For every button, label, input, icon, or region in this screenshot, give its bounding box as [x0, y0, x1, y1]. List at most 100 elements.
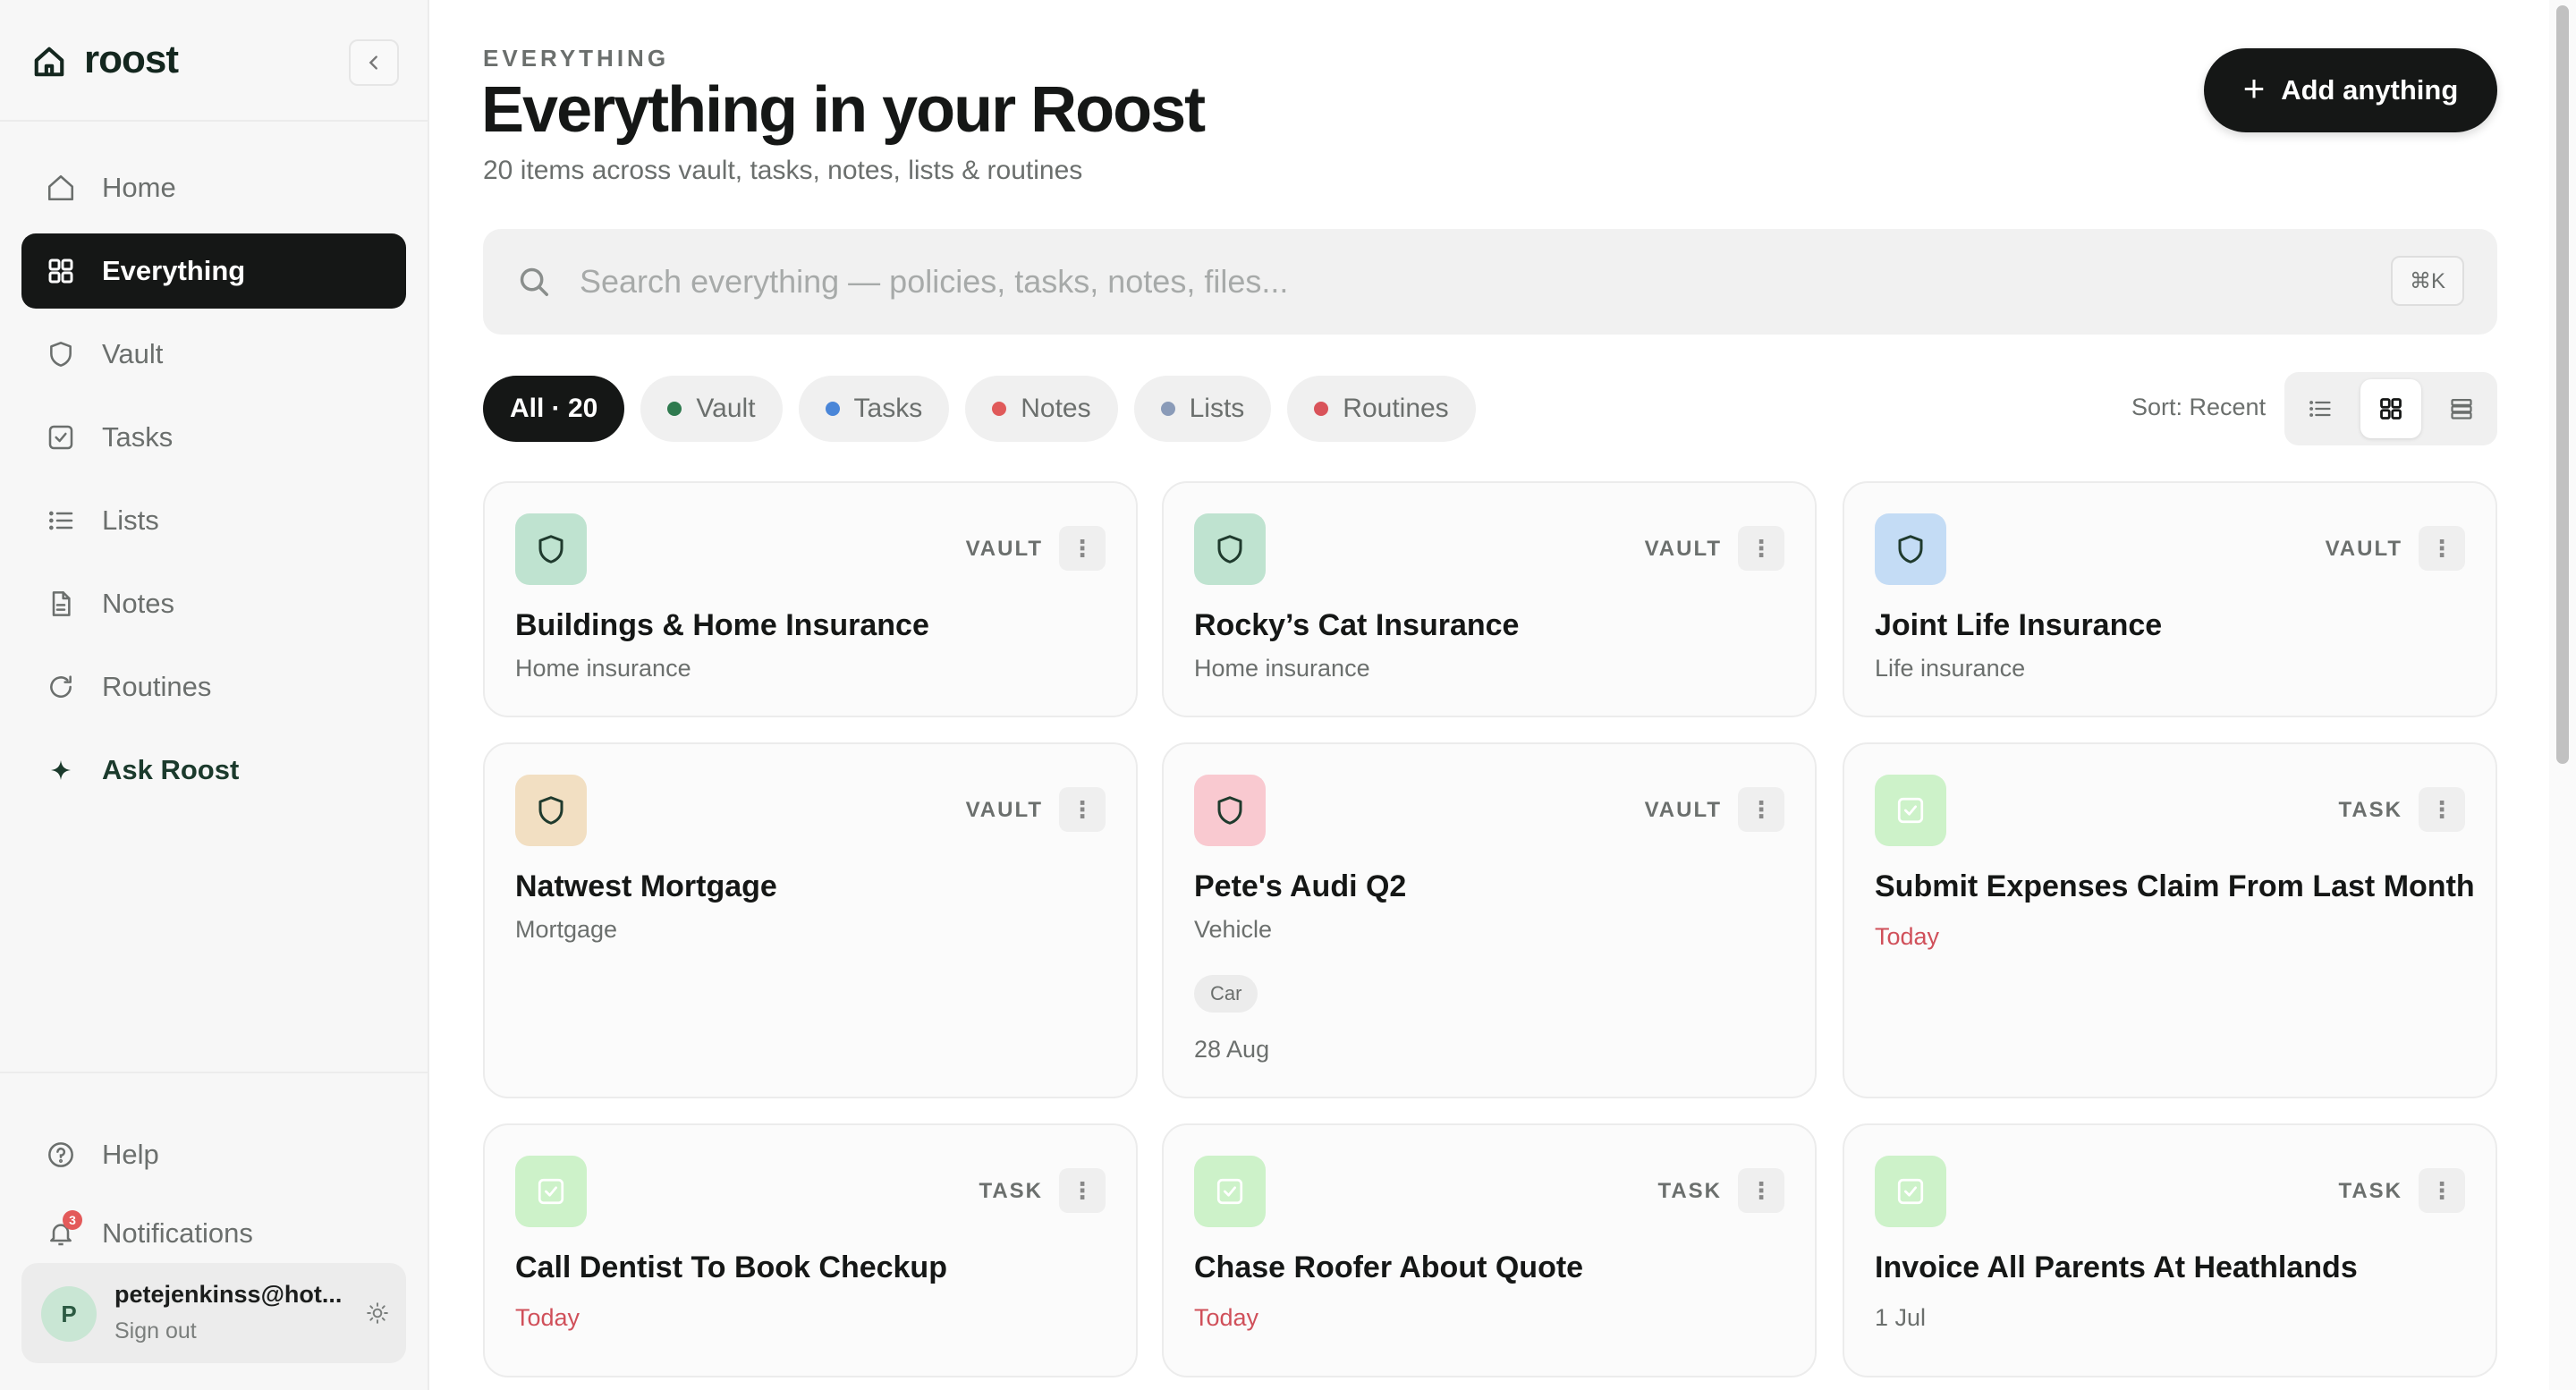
sidebar-item-lists[interactable]: Lists	[21, 483, 406, 558]
filter-routines[interactable]: Routines	[1287, 376, 1476, 442]
item-subtitle: Home insurance	[515, 655, 691, 682]
sidebar-item-label: Lists	[102, 504, 159, 536]
more-options-button[interactable]: ⋮	[1738, 1168, 1784, 1213]
search-icon	[520, 267, 548, 296]
list-view-button[interactable]	[2290, 379, 2351, 438]
item-subtitle: Mortgage	[515, 916, 618, 943]
collapse-sidebar-button[interactable]	[349, 39, 399, 86]
sidebar-item-vault[interactable]: Vault	[21, 317, 406, 392]
filter-label: Lists	[1189, 394, 1245, 423]
filter-all[interactable]: All · 20	[483, 376, 625, 442]
item-type-label: TASK	[979, 1179, 1043, 1203]
avatar: P	[41, 1286, 97, 1342]
check-square-icon	[1194, 1156, 1266, 1227]
more-options-button[interactable]: ⋮	[1738, 526, 1784, 571]
check-square-icon	[1875, 1156, 1946, 1227]
shield-icon	[45, 338, 77, 370]
item-card[interactable]: TASK ⋮ Invoice All Parents At Heathlands…	[1843, 1123, 2497, 1377]
sign-out-link[interactable]: Sign out	[114, 1318, 197, 1344]
filter-label: Vault	[696, 394, 756, 423]
sidebar-item-label: Routines	[102, 671, 212, 702]
tasks-dot-icon	[825, 402, 840, 416]
sidebar-item-home[interactable]: Home	[21, 150, 406, 225]
item-type-label: TASK	[2338, 1179, 2402, 1203]
vault-dot-icon	[667, 402, 682, 416]
item-card[interactable]: VAULT ⋮ Rocky’s Cat Insurance Home insur…	[1162, 481, 1817, 717]
item-title: Chase Roofer About Quote	[1194, 1250, 1584, 1284]
shield-icon	[515, 775, 587, 846]
home-icon	[45, 172, 77, 204]
more-options-button[interactable]: ⋮	[1059, 787, 1106, 832]
item-subtitle: Vehicle	[1194, 916, 1273, 943]
item-card[interactable]: TASK ⋮ Chase Roofer About Quote Today	[1162, 1123, 1817, 1377]
sparkle-icon	[45, 754, 77, 786]
search-input[interactable]	[580, 256, 2279, 308]
filter-label: Notes	[1021, 394, 1091, 423]
sidebar-item-label: Vault	[102, 338, 164, 369]
more-options-button[interactable]: ⋮	[2419, 526, 2465, 571]
item-type-label: VAULT	[2325, 537, 2402, 561]
item-subtitle: Life insurance	[1875, 655, 2026, 682]
more-options-button[interactable]: ⋮	[1059, 1168, 1106, 1213]
filter-chips: All · 20 Vault Tasks Notes Lists Routine…	[483, 376, 1492, 442]
sidebar-item-label: Ask Roost	[102, 754, 240, 785]
sidebar: roost Home Everything Vault Tasks Lists …	[0, 0, 429, 1390]
help-link[interactable]: Help	[45, 1132, 159, 1177]
sidebar-item-label: Notes	[102, 588, 174, 619]
shield-icon	[1875, 513, 1946, 585]
item-card[interactable]: TASK ⋮ Call Dentist To Book Checkup Toda…	[483, 1123, 1138, 1377]
sidebar-item-notes[interactable]: Notes	[21, 566, 406, 641]
item-due-date: Today	[515, 1304, 580, 1331]
plus-icon: +	[2242, 67, 2266, 109]
item-title: Natwest Mortgage	[515, 869, 777, 903]
page-eyebrow: EVERYTHING	[483, 45, 670, 72]
user-account-card[interactable]: P petejenkinss@hot... Sign out	[21, 1263, 406, 1363]
grid-view-icon	[2380, 398, 2402, 420]
compact-view-button[interactable]	[2431, 379, 2492, 438]
item-due-date: Today	[1194, 1304, 1259, 1331]
filter-tasks[interactable]: Tasks	[798, 376, 950, 442]
item-title: Rocky’s Cat Insurance	[1194, 608, 1520, 642]
add-anything-button[interactable]: + Add anything	[2204, 48, 2497, 132]
keyboard-shortcut-hint: ⌘K	[2391, 256, 2464, 306]
user-email: petejenkinss@hot...	[114, 1281, 343, 1308]
item-card[interactable]: VAULT ⋮ Natwest Mortgage Mortgage	[483, 742, 1138, 1098]
sidebar-item-ask-roost[interactable]: Ask Roost	[21, 733, 406, 808]
item-card[interactable]: VAULT ⋮ Buildings & Home Insurance Home …	[483, 481, 1138, 717]
shield-icon	[1194, 775, 1266, 846]
check-square-icon	[45, 421, 77, 453]
item-tag: Car	[1194, 975, 1258, 1013]
page-title: Everything in your Roost	[481, 74, 1206, 146]
filter-vault[interactable]: Vault	[640, 376, 783, 442]
grid-view-button[interactable]	[2360, 379, 2421, 438]
scrollbar-thumb[interactable]	[2556, 5, 2569, 764]
filter-notes[interactable]: Notes	[965, 376, 1118, 442]
more-options-button[interactable]: ⋮	[1738, 787, 1784, 832]
item-card[interactable]: TASK ⋮ Submit Expenses Claim From Last M…	[1843, 742, 2497, 1098]
sidebar-footer: Help 3 Notifications P petejenkinss@hot.…	[0, 1072, 428, 1390]
brand-header: roost	[0, 0, 428, 122]
page-scrollbar[interactable]	[2549, 0, 2576, 1390]
help-label: Help	[102, 1139, 159, 1170]
sidebar-item-routines[interactable]: Routines	[21, 649, 406, 725]
sidebar-item-label: Everything	[102, 255, 246, 286]
item-title: Joint Life Insurance	[1875, 608, 2163, 642]
more-options-button[interactable]: ⋮	[2419, 787, 2465, 832]
sidebar-item-tasks[interactable]: Tasks	[21, 400, 406, 475]
item-card[interactable]: VAULT ⋮ Pete's Audi Q2 Vehicle Car 28 Au…	[1162, 742, 1817, 1098]
filter-lists[interactable]: Lists	[1133, 376, 1272, 442]
sidebar-item-everything[interactable]: Everything	[21, 233, 406, 309]
item-card[interactable]: VAULT ⋮ Joint Life Insurance Life insura…	[1843, 481, 2497, 717]
more-options-button[interactable]: ⋮	[2419, 1168, 2465, 1213]
rows-view-icon	[2451, 398, 2472, 420]
notes-dot-icon	[992, 402, 1007, 416]
notifications-link[interactable]: 3 Notifications	[45, 1210, 253, 1256]
shield-icon	[1194, 513, 1266, 585]
item-type-label: VAULT	[965, 537, 1043, 561]
item-title: Submit Expenses Claim From Last Month	[1875, 869, 2475, 903]
routines-dot-icon	[1314, 402, 1329, 416]
theme-toggle-button[interactable]	[361, 1297, 394, 1329]
more-options-button[interactable]: ⋮	[1059, 526, 1106, 571]
sort-dropdown[interactable]: Sort: Recent	[2131, 394, 2266, 421]
brand-name[interactable]: roost	[84, 38, 179, 82]
